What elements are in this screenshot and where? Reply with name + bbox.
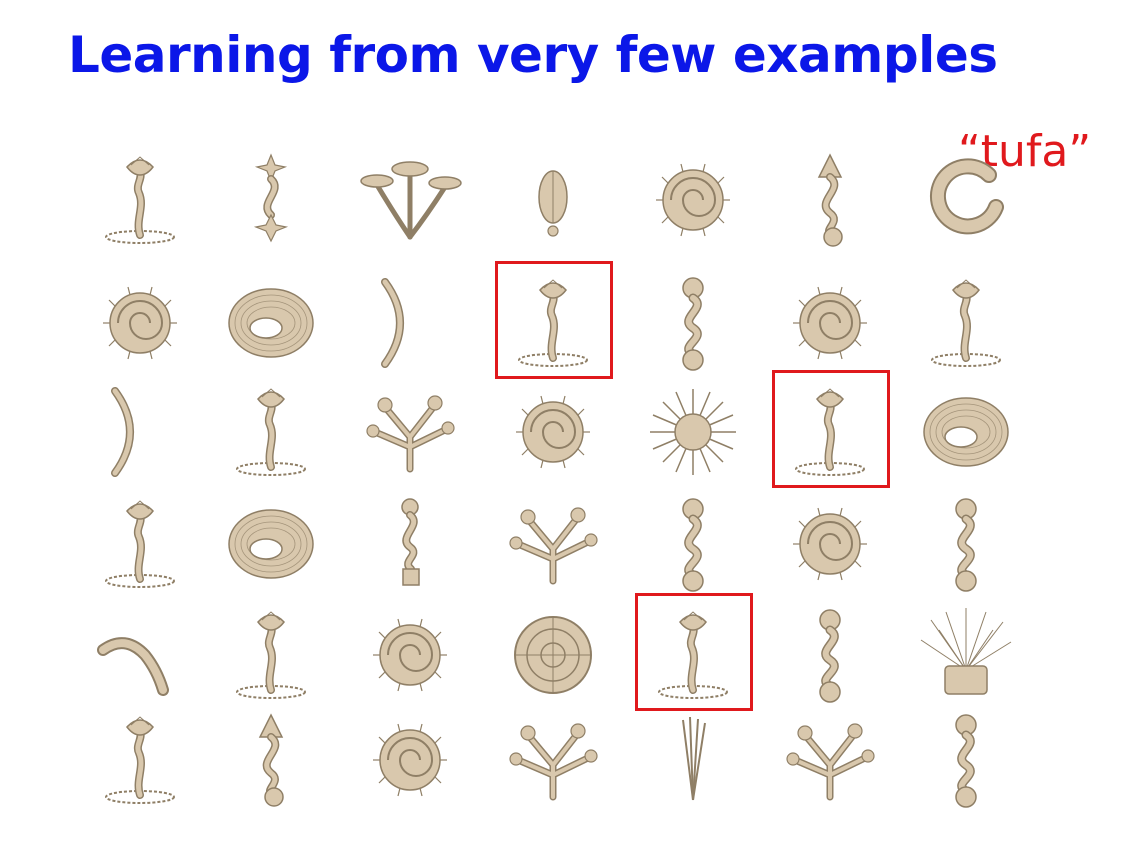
tufa-plant-object [216,377,326,487]
wavy-cone-object [775,145,885,255]
tufa-plant-object [85,705,195,815]
branching-tree-object [355,377,465,487]
wavy-star-object [216,145,326,255]
branching-tree-object [498,705,608,815]
spiral-shell-object [355,600,465,710]
branching-tree-object [775,705,885,815]
tufa-plant-object [85,489,195,599]
disc-object [498,600,608,710]
tufa-plant-object [85,145,195,255]
wavy-balls-object [638,268,748,378]
wavy-cylinder-object [355,489,465,599]
tufa-plant-object [911,268,1021,378]
spiky-ball-object [638,377,748,487]
wavy-balls-object [638,489,748,599]
spiral-shell-object [775,268,885,378]
pod-object [498,145,608,255]
slide: Learning from very few examples “tufa” [0,0,1148,856]
torus-object [216,268,326,378]
mushroom-cluster-object [355,145,465,255]
swirl-object [911,145,1021,255]
spiral-shell-object [85,268,195,378]
spiral-shell-object [355,705,465,815]
wavy-cone-object [216,705,326,815]
spiral-shell-object [498,377,608,487]
spiral-shell-object [775,489,885,599]
wavy-balls-object [911,489,1021,599]
wavy-balls-object [775,600,885,710]
arc-ribbon-object [85,377,195,487]
highlight-box [635,593,753,711]
highlight-box [772,370,890,488]
tufa-plant-object [216,600,326,710]
torus-object [911,377,1021,487]
torus-object [216,489,326,599]
branching-tree-object [498,489,608,599]
highlight-box [495,261,613,379]
bush-object [911,600,1021,710]
wavy-balls-object [911,705,1021,815]
arc-ribbon-object [355,268,465,378]
object-grid [0,0,1148,856]
spiral-shell-object [638,145,748,255]
horn-object [85,600,195,710]
feather-object [638,705,748,815]
